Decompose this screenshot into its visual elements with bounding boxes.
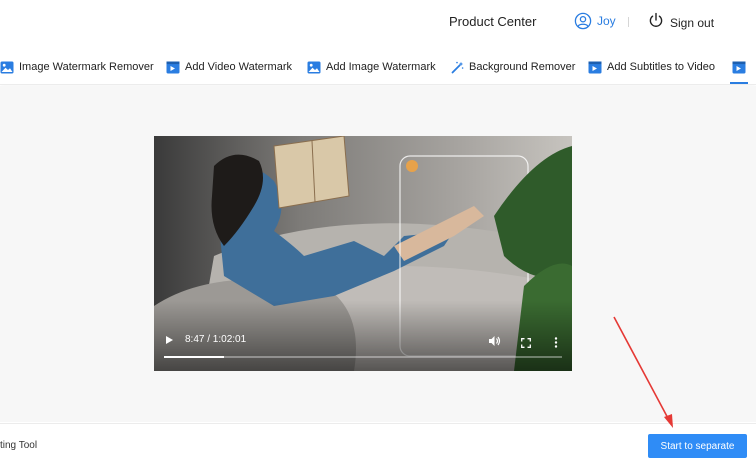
- sign-out-label: Sign out: [670, 15, 715, 30]
- video-edit-icon: [166, 61, 180, 74]
- tab-label: Add Subtitles to Video: [607, 61, 716, 73]
- page: Product Center Joy Sign out Image Waterm…: [0, 0, 756, 467]
- tool-tabs: Image Watermark Remover Add Video Waterm…: [0, 48, 756, 85]
- tab-background-remover[interactable]: Background Remover: [451, 59, 575, 75]
- tab-label: Image Watermark Remover: [19, 61, 154, 73]
- user-icon: [574, 12, 592, 30]
- video-player[interactable]: 8:47 / 1:02:01: [154, 136, 572, 371]
- play-icon[interactable]: [166, 336, 173, 344]
- tab-active-tool[interactable]: [732, 59, 746, 75]
- magic-wand-icon: [451, 61, 464, 74]
- more-options-icon[interactable]: [554, 335, 558, 353]
- tab-add-image-watermark[interactable]: Add Image Watermark: [307, 59, 436, 75]
- volume-icon[interactable]: [488, 334, 501, 352]
- video-edit-icon: [732, 61, 746, 74]
- image-icon: [307, 61, 321, 74]
- tab-image-watermark-remover[interactable]: Image Watermark Remover: [0, 59, 154, 75]
- product-center-link[interactable]: Product Center: [449, 14, 536, 29]
- sign-out-button[interactable]: Sign out: [648, 12, 714, 33]
- footer-bar: ting Tool Start to separate: [0, 423, 756, 467]
- tab-label: Background Remover: [469, 61, 576, 73]
- fullscreen-icon[interactable]: [521, 335, 531, 353]
- image-icon: [0, 61, 14, 74]
- tab-add-video-watermark[interactable]: Add Video Watermark: [166, 59, 292, 75]
- video-edit-icon: [588, 61, 602, 74]
- user-name: Joy: [597, 14, 616, 28]
- video-progress-track[interactable]: [164, 356, 562, 358]
- video-time: 8:47 / 1:02:01: [185, 334, 247, 345]
- active-tab-indicator: [730, 82, 748, 84]
- power-icon: [648, 12, 664, 33]
- video-controls: 8:47 / 1:02:01: [154, 326, 572, 371]
- user-menu[interactable]: Joy: [574, 12, 616, 30]
- tab-label: Add Image Watermark: [326, 61, 436, 73]
- tab-add-subtitles-to-video[interactable]: Add Subtitles to Video: [588, 59, 715, 75]
- video-progress-fill: [164, 356, 224, 358]
- tab-label: Add Video Watermark: [185, 61, 292, 73]
- start-to-separate-button[interactable]: Start to separate: [648, 434, 747, 458]
- header-divider: [628, 17, 629, 27]
- footer-tool-label: ting Tool: [0, 440, 38, 451]
- top-header: Product Center Joy Sign out: [0, 0, 756, 46]
